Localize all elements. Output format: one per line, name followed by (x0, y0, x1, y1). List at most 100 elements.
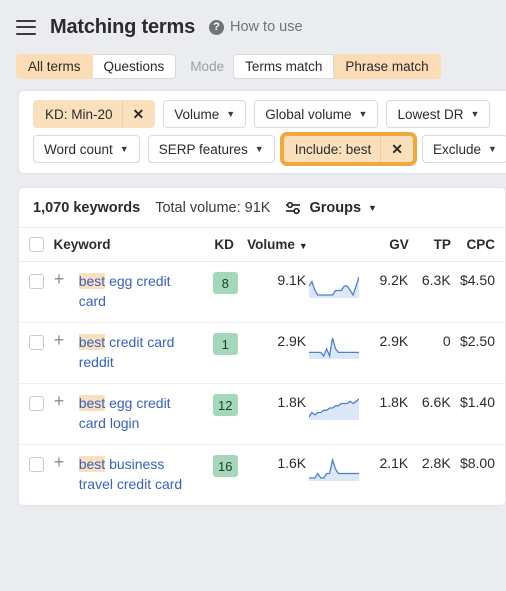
add-keyword-cell: + (54, 452, 79, 472)
kd-cell: 16 (202, 455, 248, 477)
filter-chip-lowest-dr-label: Lowest DR (397, 106, 464, 122)
table-row: + best business travel credit card 16 1.6K 2… (19, 445, 505, 505)
row-select-cell (19, 333, 54, 350)
keyword-link[interactable]: best egg credit card (78, 272, 202, 311)
trend-sparkline-cell (306, 333, 362, 359)
add-keyword-cell: + (54, 269, 79, 289)
keyword-count: 1,070 keywords (33, 200, 141, 216)
column-header-keyword[interactable]: Keyword (54, 237, 202, 252)
keyword-cell: best credit card reddit (78, 333, 202, 372)
traffic-potential-cell: 6.3K (421, 272, 451, 288)
global-volume-cell: 9.2K (379, 272, 409, 288)
kd-cell: 8 (202, 272, 248, 294)
table-row: + best credit card reddit 1 2.9K 2.9K 0 $2.50 (19, 323, 505, 384)
keyword-cell: best business travel credit card (78, 455, 202, 494)
close-icon[interactable]: ✕ (121, 101, 155, 127)
filter-chip-exclude-label: Exclude (433, 141, 482, 157)
groups-button[interactable]: Groups ▼ (285, 200, 377, 216)
volume-cell: 9.1K (277, 272, 307, 288)
keyword-highlight: best (78, 273, 106, 289)
volume-cell: 1.8K (277, 394, 307, 410)
global-volume-cell: 2.9K (379, 333, 409, 349)
filter-chip-word-count[interactable]: Word count ▼ (33, 135, 140, 163)
plus-icon[interactable]: + (54, 391, 65, 411)
table-row: + best egg credit card 8 9.1K 9.2K 6.3K $4.50 (19, 262, 505, 323)
keyword-highlight: best (78, 456, 106, 472)
sliders-icon (286, 201, 301, 215)
table-row: + best egg credit card login 12 1.8K 1.8K 6.6… (19, 384, 505, 445)
table-summary: 1,070 keywords Total volume: 91K Groups … (19, 188, 505, 228)
row-checkbox[interactable] (28, 396, 44, 411)
keywords-table-card: 1,070 keywords Total volume: 91K Groups … (18, 187, 506, 506)
select-all-checkbox[interactable] (28, 237, 44, 252)
keyword-link[interactable]: best credit card reddit (78, 333, 202, 372)
filter-chip-exclude[interactable]: Exclude ▼ (422, 135, 506, 163)
column-header-volume-label: Volume (247, 237, 295, 252)
filter-chip-volume[interactable]: Volume ▼ (163, 100, 247, 128)
column-header-volume[interactable]: Volume ▼ (247, 237, 308, 252)
traffic-potential-cell: 0 (442, 333, 451, 349)
how-to-use-label: How to use (230, 19, 303, 35)
row-select-cell (19, 455, 54, 472)
mode-label: Mode (190, 58, 225, 74)
row-select-cell (19, 272, 54, 289)
add-keyword-cell: + (54, 391, 79, 411)
filter-chip-serp-features-label: SERP features (158, 141, 248, 157)
row-checkbox[interactable] (28, 335, 44, 350)
close-icon[interactable]: ✕ (380, 136, 413, 162)
filter-chip-lowest-dr[interactable]: Lowest DR ▼ (386, 100, 491, 128)
cpc-cell: $4.50 (459, 272, 495, 288)
plus-icon[interactable]: + (54, 269, 65, 289)
how-to-use-link[interactable]: ? How to use (209, 19, 303, 35)
chevron-down-icon: ▼ (368, 203, 377, 213)
column-header-kd[interactable]: KD (201, 237, 247, 252)
filter-chip-global-volume[interactable]: Global volume ▼ (254, 100, 379, 128)
keyword-cell: best egg credit card (78, 272, 202, 311)
plus-icon[interactable]: + (54, 330, 65, 350)
row-checkbox[interactable] (28, 457, 44, 472)
trend-sparkline-cell (306, 394, 362, 420)
filter-chip-kd-label: KD: Min-20 (45, 106, 113, 122)
keyword-link[interactable]: best egg credit card login (78, 394, 202, 433)
kd-cell: 12 (202, 394, 248, 416)
traffic-potential-cell: 6.6K (421, 394, 451, 410)
column-header-gv[interactable]: GV (363, 237, 409, 252)
kd-cell: 1 (202, 333, 248, 355)
keyword-cell: best egg credit card login (78, 394, 202, 433)
column-header-tp[interactable]: TP (409, 237, 451, 252)
hamburger-icon[interactable] (16, 19, 36, 35)
column-header-cpc[interactable]: CPC (451, 237, 505, 252)
filter-row-1: KD: Min-20 ✕ Volume ▼ Global volume ▼ Lo… (33, 100, 506, 128)
row-checkbox[interactable] (28, 274, 44, 289)
chevron-down-icon: ▼ (226, 108, 236, 119)
tab-all-terms[interactable]: All terms (16, 53, 93, 79)
plus-icon[interactable]: + (54, 452, 65, 472)
trend-sparkline-cell (306, 272, 362, 298)
tab-phrase-match[interactable]: Phrase match (334, 53, 441, 79)
kd-badge: 1 (212, 333, 238, 355)
question-mark-icon: ? (209, 19, 225, 35)
kd-badge: 12 (212, 394, 238, 416)
filter-chip-kd[interactable]: KD: Min-20 ✕ (33, 100, 156, 128)
filter-row-2: Word count ▼ SERP features ▼ Include: be… (33, 135, 506, 163)
trend-sparkline-cell (306, 455, 362, 481)
app-header: Matching terms ? How to use (0, 0, 506, 44)
filter-bar: KD: Min-20 ✕ Volume ▼ Global volume ▼ Lo… (18, 90, 506, 174)
keyword-highlight: best (78, 395, 106, 411)
row-select-cell (19, 394, 54, 411)
kd-badge: 8 (212, 272, 238, 294)
volume-cell: 2.9K (277, 333, 307, 349)
filter-chip-include[interactable]: Include: best ✕ (282, 135, 414, 163)
tab-questions[interactable]: Questions (92, 53, 177, 79)
add-keyword-cell: + (54, 330, 79, 350)
chevron-down-icon: ▼ (119, 143, 129, 154)
tab-terms-match[interactable]: Terms match (233, 53, 335, 79)
keyword-link[interactable]: best business travel credit card (78, 455, 202, 494)
keyword-highlight: best (78, 334, 106, 350)
filter-chip-serp-features[interactable]: SERP features ▼ (147, 135, 275, 163)
groups-label: Groups (309, 200, 362, 216)
traffic-potential-cell: 2.8K (421, 455, 451, 471)
filter-chip-include-label: Include: best (294, 141, 372, 157)
chevron-down-icon: ▼ (470, 108, 480, 119)
chevron-down-icon: ▼ (358, 108, 368, 119)
